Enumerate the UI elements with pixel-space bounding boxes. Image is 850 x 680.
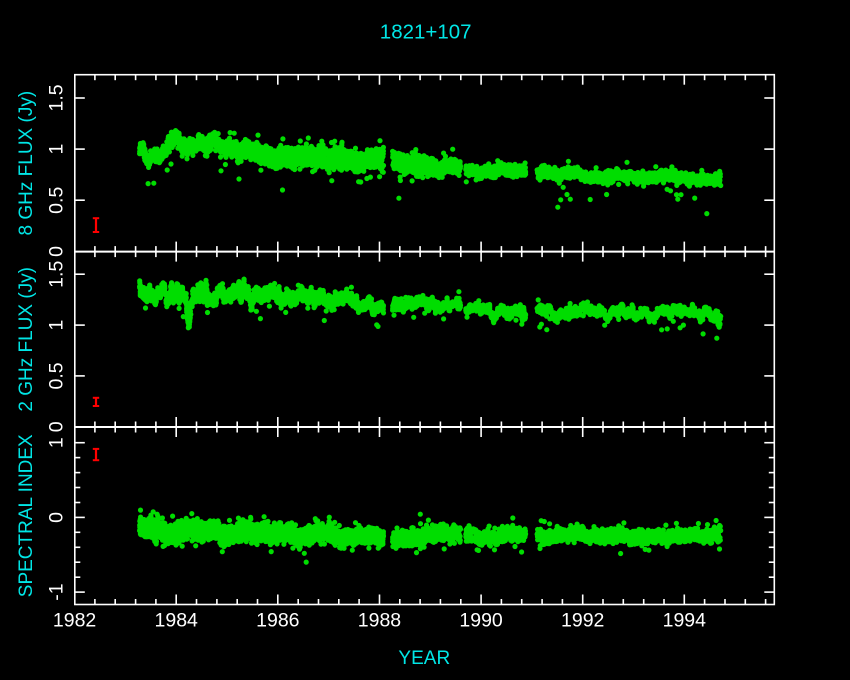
svg-text:1994: 1994 — [663, 609, 707, 631]
svg-text:0: 0 — [46, 246, 68, 257]
svg-text:0.5: 0.5 — [46, 362, 68, 389]
svg-text:1: 1 — [46, 144, 68, 155]
svg-text:1982: 1982 — [53, 609, 96, 631]
svg-text:-1: -1 — [46, 583, 68, 600]
svg-text:1.5: 1.5 — [46, 261, 68, 288]
svg-text:1: 1 — [46, 437, 68, 448]
svg-text:1988: 1988 — [358, 609, 401, 631]
svg-text:1990: 1990 — [459, 609, 503, 631]
svg-text:0: 0 — [46, 421, 68, 432]
svg-text:0: 0 — [46, 512, 68, 523]
svg-text:1: 1 — [46, 320, 68, 331]
svg-text:1986: 1986 — [256, 609, 299, 631]
svg-text:2 GHz FLUX (Jy): 2 GHz FLUX (Jy) — [16, 267, 37, 412]
svg-text:1.5: 1.5 — [46, 84, 68, 111]
svg-text:1821+107: 1821+107 — [380, 21, 472, 44]
svg-text:YEAR: YEAR — [398, 648, 450, 669]
svg-text:1984: 1984 — [155, 609, 199, 631]
svg-text:0.5: 0.5 — [46, 187, 68, 214]
svg-text:SPECTRAL INDEX: SPECTRAL INDEX — [16, 434, 37, 597]
svg-text:8 GHz FLUX (Jy): 8 GHz FLUX (Jy) — [16, 91, 37, 236]
svg-text:1992: 1992 — [561, 609, 604, 631]
